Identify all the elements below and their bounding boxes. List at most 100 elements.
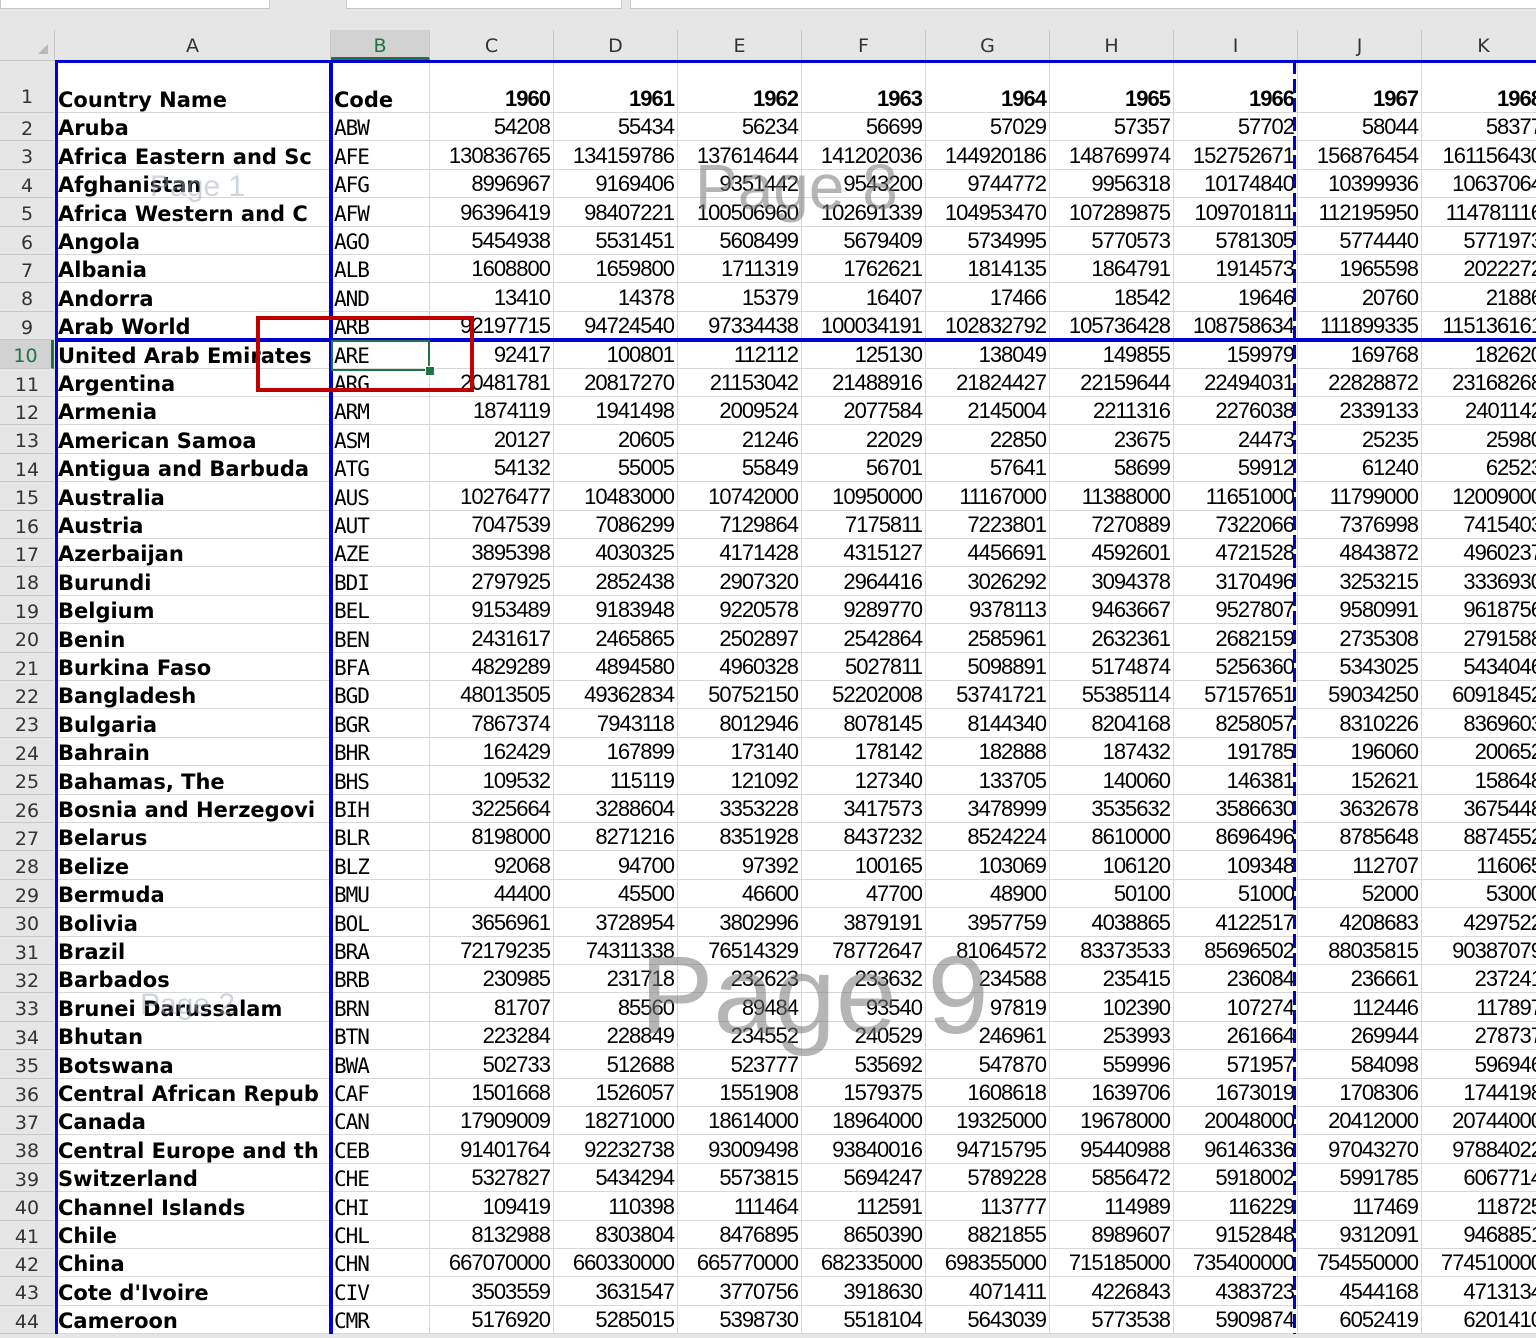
cell-i37[interactable]: 20048000: [1174, 1107, 1298, 1135]
cell-b21[interactable]: BFA: [331, 653, 430, 681]
cell-k20[interactable]: 2791588: [1422, 624, 1536, 652]
cell-f35[interactable]: 535692: [802, 1050, 926, 1078]
cell-d35[interactable]: 512688: [554, 1050, 678, 1078]
cell-i42[interactable]: 735400000: [1174, 1249, 1298, 1277]
cell-f6[interactable]: 5679409: [802, 227, 926, 255]
cell-h11[interactable]: 22159644: [1050, 369, 1174, 397]
cell-k18[interactable]: 3336930: [1422, 567, 1536, 595]
cell-a8[interactable]: Andorra: [55, 283, 331, 311]
cell-a6[interactable]: Angola: [55, 227, 331, 255]
cell-c3[interactable]: 130836765: [430, 141, 554, 169]
cell-b14[interactable]: ATG: [331, 454, 430, 482]
cell-f25[interactable]: 127340: [802, 766, 926, 794]
cell-g15[interactable]: 11167000: [926, 482, 1050, 510]
cell-j31[interactable]: 88035815: [1298, 937, 1422, 965]
cell-c12[interactable]: 1874119: [430, 397, 554, 425]
cell-c32[interactable]: 230985: [430, 965, 554, 993]
cell-i8[interactable]: 19646: [1174, 283, 1298, 311]
cell-k30[interactable]: 4297522: [1422, 908, 1536, 936]
cell-h42[interactable]: 715185000: [1050, 1249, 1174, 1277]
cell-j34[interactable]: 269944: [1298, 1022, 1422, 1050]
cell-h40[interactable]: 114989: [1050, 1192, 1174, 1220]
cell-h1[interactable]: 1965: [1050, 61, 1174, 113]
cell-g7[interactable]: 1814135: [926, 255, 1050, 283]
cell-g19[interactable]: 9378113: [926, 596, 1050, 624]
cell-k37[interactable]: 20744000: [1422, 1107, 1536, 1135]
cell-h19[interactable]: 9463667: [1050, 596, 1174, 624]
row-header-13[interactable]: 13: [0, 425, 54, 453]
cell-f24[interactable]: 178142: [802, 738, 926, 766]
cell-f36[interactable]: 1579375: [802, 1079, 926, 1107]
cell-d24[interactable]: 167899: [554, 738, 678, 766]
cell-f16[interactable]: 7175811: [802, 511, 926, 539]
cell-h16[interactable]: 7270889: [1050, 511, 1174, 539]
row-header-20[interactable]: 20: [0, 624, 54, 652]
row-header-26[interactable]: 26: [0, 795, 54, 823]
cell-i22[interactable]: 57157651: [1174, 681, 1298, 709]
cell-h22[interactable]: 55385114: [1050, 681, 1174, 709]
cell-e26[interactable]: 3353228: [678, 795, 802, 823]
cell-i19[interactable]: 9527807: [1174, 596, 1298, 624]
cell-b4[interactable]: AFG: [331, 170, 430, 198]
cell-j2[interactable]: 58044: [1298, 113, 1422, 141]
cell-h14[interactable]: 58699: [1050, 454, 1174, 482]
cell-a24[interactable]: Bahrain: [55, 738, 331, 766]
cell-k16[interactable]: 7415403: [1422, 511, 1536, 539]
cell-h29[interactable]: 50100: [1050, 880, 1174, 908]
cell-a43[interactable]: Cote d'Ivoire: [55, 1277, 331, 1305]
cell-b12[interactable]: ARM: [331, 397, 430, 425]
cell-h21[interactable]: 5174874: [1050, 653, 1174, 681]
cell-j43[interactable]: 4544168: [1298, 1277, 1422, 1305]
cell-i27[interactable]: 8696496: [1174, 823, 1298, 851]
cell-h12[interactable]: 2211316: [1050, 397, 1174, 425]
cell-i15[interactable]: 11651000: [1174, 482, 1298, 510]
cell-j27[interactable]: 8785648: [1298, 823, 1422, 851]
cell-h24[interactable]: 187432: [1050, 738, 1174, 766]
cell-j38[interactable]: 97043270: [1298, 1135, 1422, 1163]
cell-c24[interactable]: 162429: [430, 738, 554, 766]
cell-h20[interactable]: 2632361: [1050, 624, 1174, 652]
cell-b42[interactable]: CHN: [331, 1249, 430, 1277]
cell-f26[interactable]: 3417573: [802, 795, 926, 823]
cell-c42[interactable]: 667070000: [430, 1249, 554, 1277]
cell-g21[interactable]: 5098891: [926, 653, 1050, 681]
cell-k40[interactable]: 118725: [1422, 1192, 1536, 1220]
cell-d2[interactable]: 55434: [554, 113, 678, 141]
cell-f22[interactable]: 52202008: [802, 681, 926, 709]
row-header-31[interactable]: 31: [0, 937, 54, 965]
cell-d8[interactable]: 14378: [554, 283, 678, 311]
row-header-43[interactable]: 43: [0, 1277, 54, 1305]
cell-f42[interactable]: 682335000: [802, 1249, 926, 1277]
cell-i25[interactable]: 146381: [1174, 766, 1298, 794]
cell-h32[interactable]: 235415: [1050, 965, 1174, 993]
cell-h27[interactable]: 8610000: [1050, 823, 1174, 851]
row-header-35[interactable]: 35: [0, 1050, 54, 1078]
cell-e9[interactable]: 97334438: [678, 312, 802, 340]
cell-c23[interactable]: 7867374: [430, 709, 554, 737]
cell-c5[interactable]: 96396419: [430, 198, 554, 226]
row-header-21[interactable]: 21: [0, 653, 54, 681]
cell-h37[interactable]: 19678000: [1050, 1107, 1174, 1135]
cell-c1[interactable]: 1960: [430, 61, 554, 113]
row-header-19[interactable]: 19: [0, 596, 54, 624]
cell-h43[interactable]: 4226843: [1050, 1277, 1174, 1305]
cell-c19[interactable]: 9153489: [430, 596, 554, 624]
cell-j6[interactable]: 5774440: [1298, 227, 1422, 255]
cell-b34[interactable]: BTN: [331, 1022, 430, 1050]
cell-d30[interactable]: 3728954: [554, 908, 678, 936]
cell-d22[interactable]: 49362834: [554, 681, 678, 709]
cell-e11[interactable]: 21153042: [678, 369, 802, 397]
cell-d3[interactable]: 134159786: [554, 141, 678, 169]
cell-j9[interactable]: 111899335: [1298, 312, 1422, 340]
cell-c25[interactable]: 109532: [430, 766, 554, 794]
cell-k9[interactable]: 115136161: [1422, 312, 1536, 340]
cell-h10[interactable]: 149855: [1050, 340, 1174, 368]
cell-i9[interactable]: 108758634: [1174, 312, 1298, 340]
cell-h9[interactable]: 105736428: [1050, 312, 1174, 340]
cell-e33[interactable]: 89484: [678, 993, 802, 1021]
cell-a35[interactable]: Botswana: [55, 1050, 331, 1078]
cell-i34[interactable]: 261664: [1174, 1022, 1298, 1050]
cell-f17[interactable]: 4315127: [802, 539, 926, 567]
cell-a15[interactable]: Australia: [55, 482, 331, 510]
cell-e40[interactable]: 111464: [678, 1192, 802, 1220]
